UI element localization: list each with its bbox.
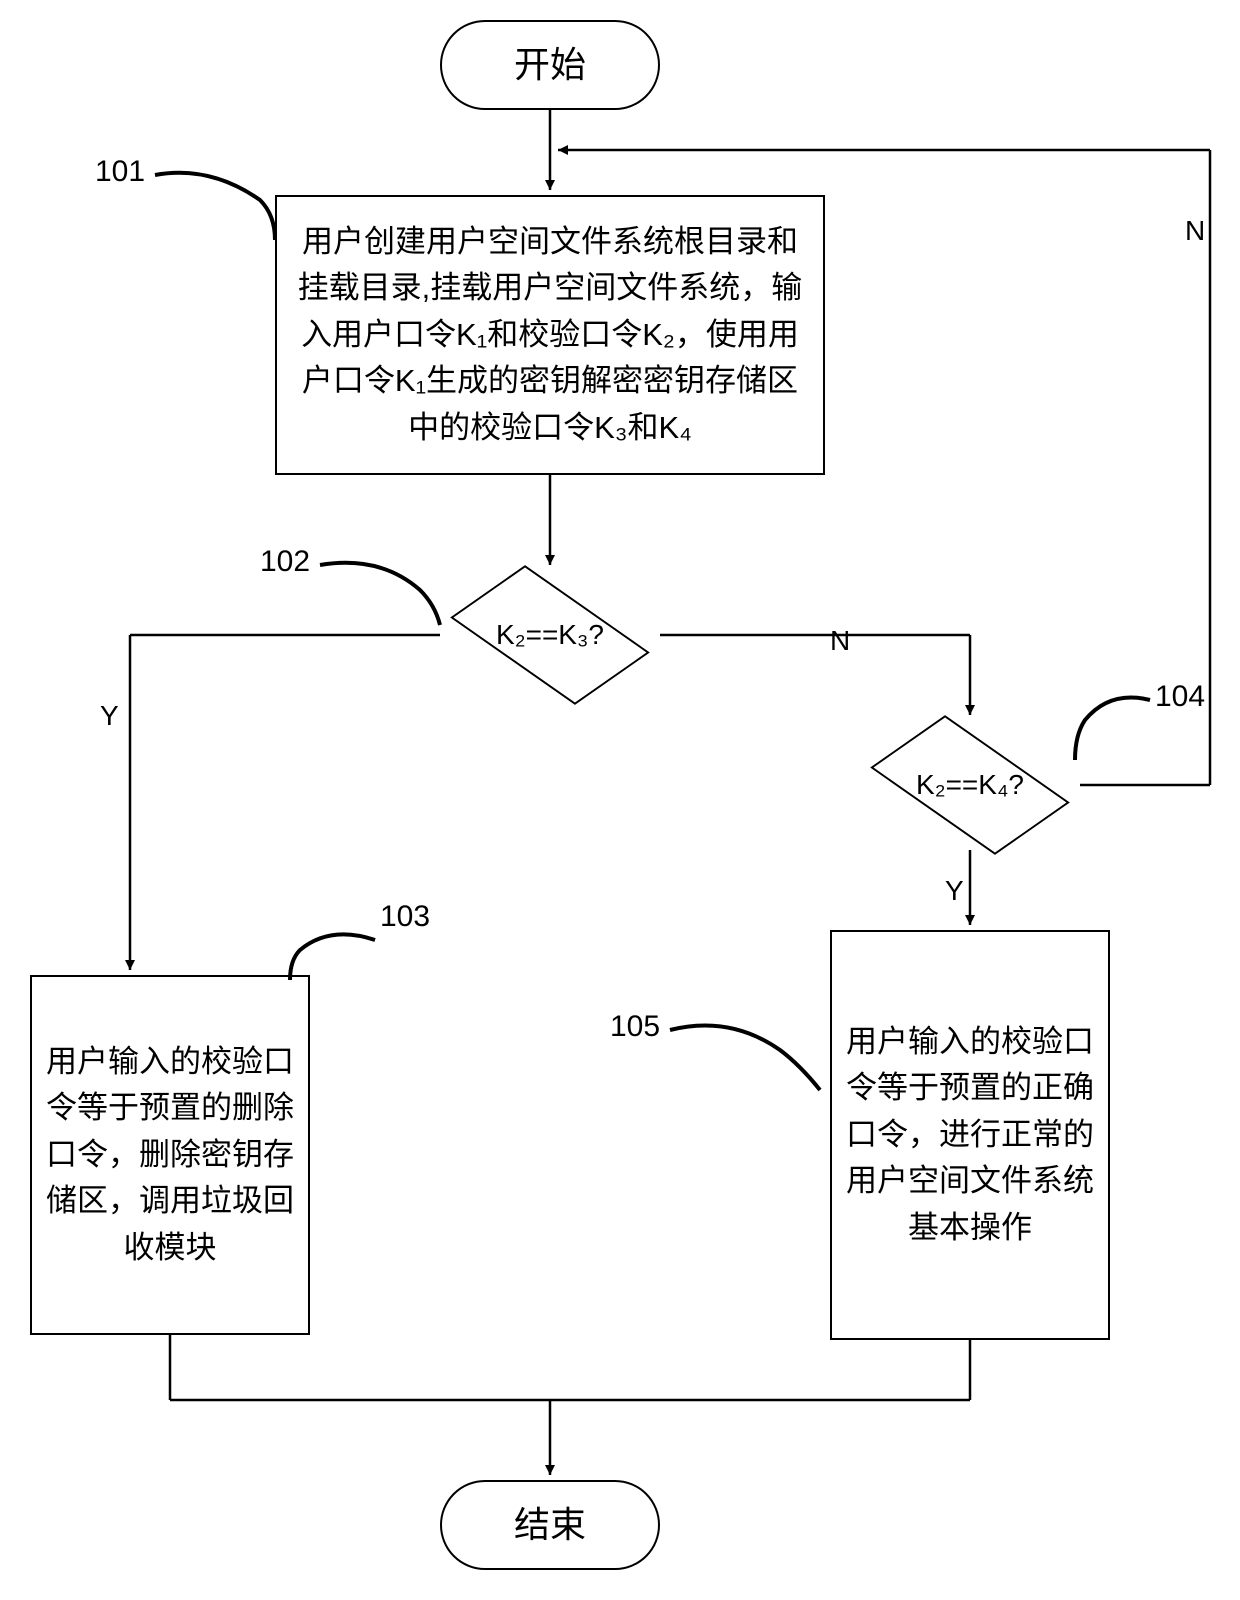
process-103-text: 用户输入的校验口令等于预置的删除口令，删除密钥存储区，调用垃圾回收模块: [44, 1039, 296, 1272]
end-label: 结束: [514, 1498, 586, 1552]
decision-102-text: K₂==K₃?: [496, 619, 604, 651]
process-103: 用户输入的校验口令等于预置的删除口令，删除密钥存储区，调用垃圾回收模块: [30, 975, 310, 1335]
step-label-101: 101: [95, 155, 145, 189]
process-105: 用户输入的校验口令等于预置的正确口令，进行正常的用户空间文件系统基本操作: [830, 930, 1110, 1340]
decision-104-text: K₂==K₄?: [916, 769, 1024, 801]
start-label: 开始: [514, 38, 586, 92]
end-node: 结束: [440, 1480, 660, 1570]
process-101-text: 用户创建用户空间文件系统根目录和挂载目录,挂载用户空间文件系统，输入用户口令K₁…: [289, 219, 811, 452]
edge-104-no-top: N: [1185, 215, 1205, 247]
step-label-103: 103: [380, 900, 430, 934]
decision-102: K₂==K₃?: [440, 570, 660, 700]
process-105-text: 用户输入的校验口令等于预置的正确口令，进行正常的用户空间文件系统基本操作: [844, 1019, 1096, 1252]
process-101: 用户创建用户空间文件系统根目录和挂载目录,挂载用户空间文件系统，输入用户口令K₁…: [275, 195, 825, 475]
edge-102-yes: Y: [100, 700, 119, 732]
edge-104-yes: Y: [945, 875, 964, 907]
step-label-105: 105: [610, 1010, 660, 1044]
step-label-102: 102: [260, 545, 310, 579]
start-node: 开始: [440, 20, 660, 110]
step-label-104: 104: [1155, 680, 1205, 714]
decision-104: K₂==K₄?: [860, 720, 1080, 850]
edge-102-no: N: [830, 625, 850, 657]
